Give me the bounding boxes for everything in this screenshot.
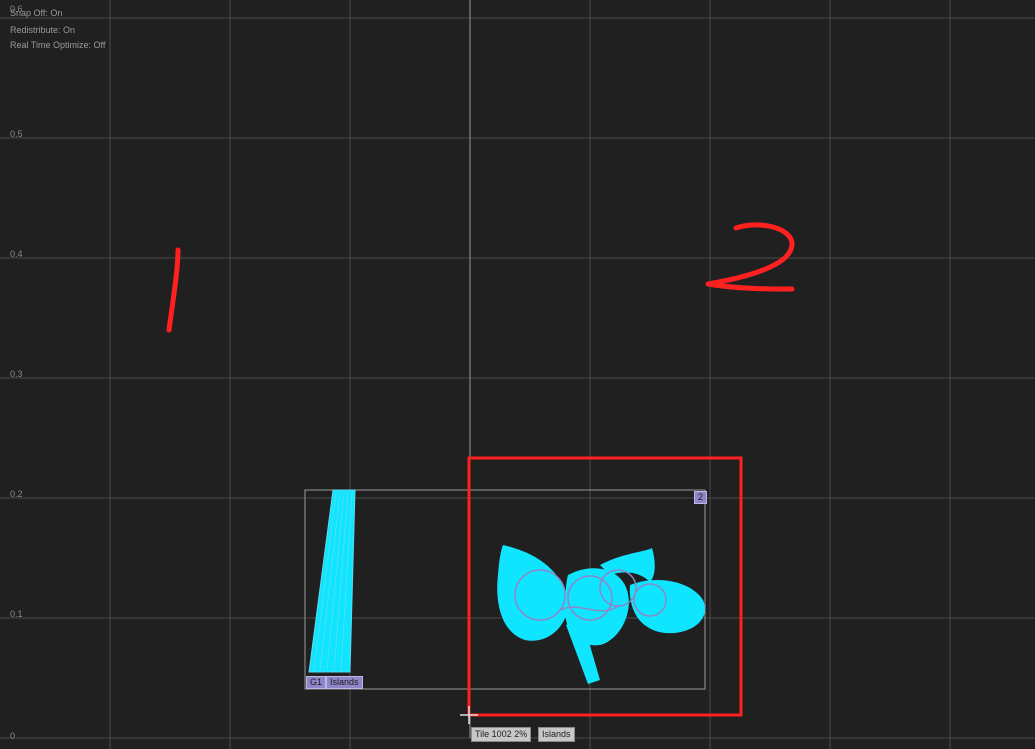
cursor-group-readout: Islands [538, 727, 575, 742]
uv-grid [0, 0, 1035, 749]
group1-badge[interactable]: G1 [306, 676, 327, 689]
cursor-tile-readout: Tile 1002 2% [471, 727, 532, 742]
overlay-redistribute-status: Redistribute: On [10, 25, 76, 35]
stem-island[interactable] [308, 489, 356, 673]
annotation-two [705, 222, 795, 292]
axis-label-0-2: 0.2 [10, 489, 23, 499]
axis-label-0-3: 0.3 [10, 369, 23, 379]
annotation-one [166, 247, 181, 333]
axis-label-0: 0 [10, 731, 16, 741]
axis-label-0-1: 0.1 [10, 609, 23, 619]
group1-label[interactable]: Islands [326, 676, 363, 689]
axis-label-top: 0.6 [10, 4, 23, 14]
group2-badge[interactable]: 2 [694, 491, 708, 504]
axis-label-0-5: 0.5 [10, 129, 23, 139]
overlay-optimize-status: Real Time Optimize: Off [10, 40, 106, 50]
cursor-crosshair-icon [460, 706, 478, 724]
leaf-island[interactable] [497, 545, 706, 684]
uv-editor-viewport[interactable]: Snap Off: On Redistribute: On Real Time … [0, 0, 1035, 749]
axis-label-0-4: 0.4 [10, 249, 23, 259]
